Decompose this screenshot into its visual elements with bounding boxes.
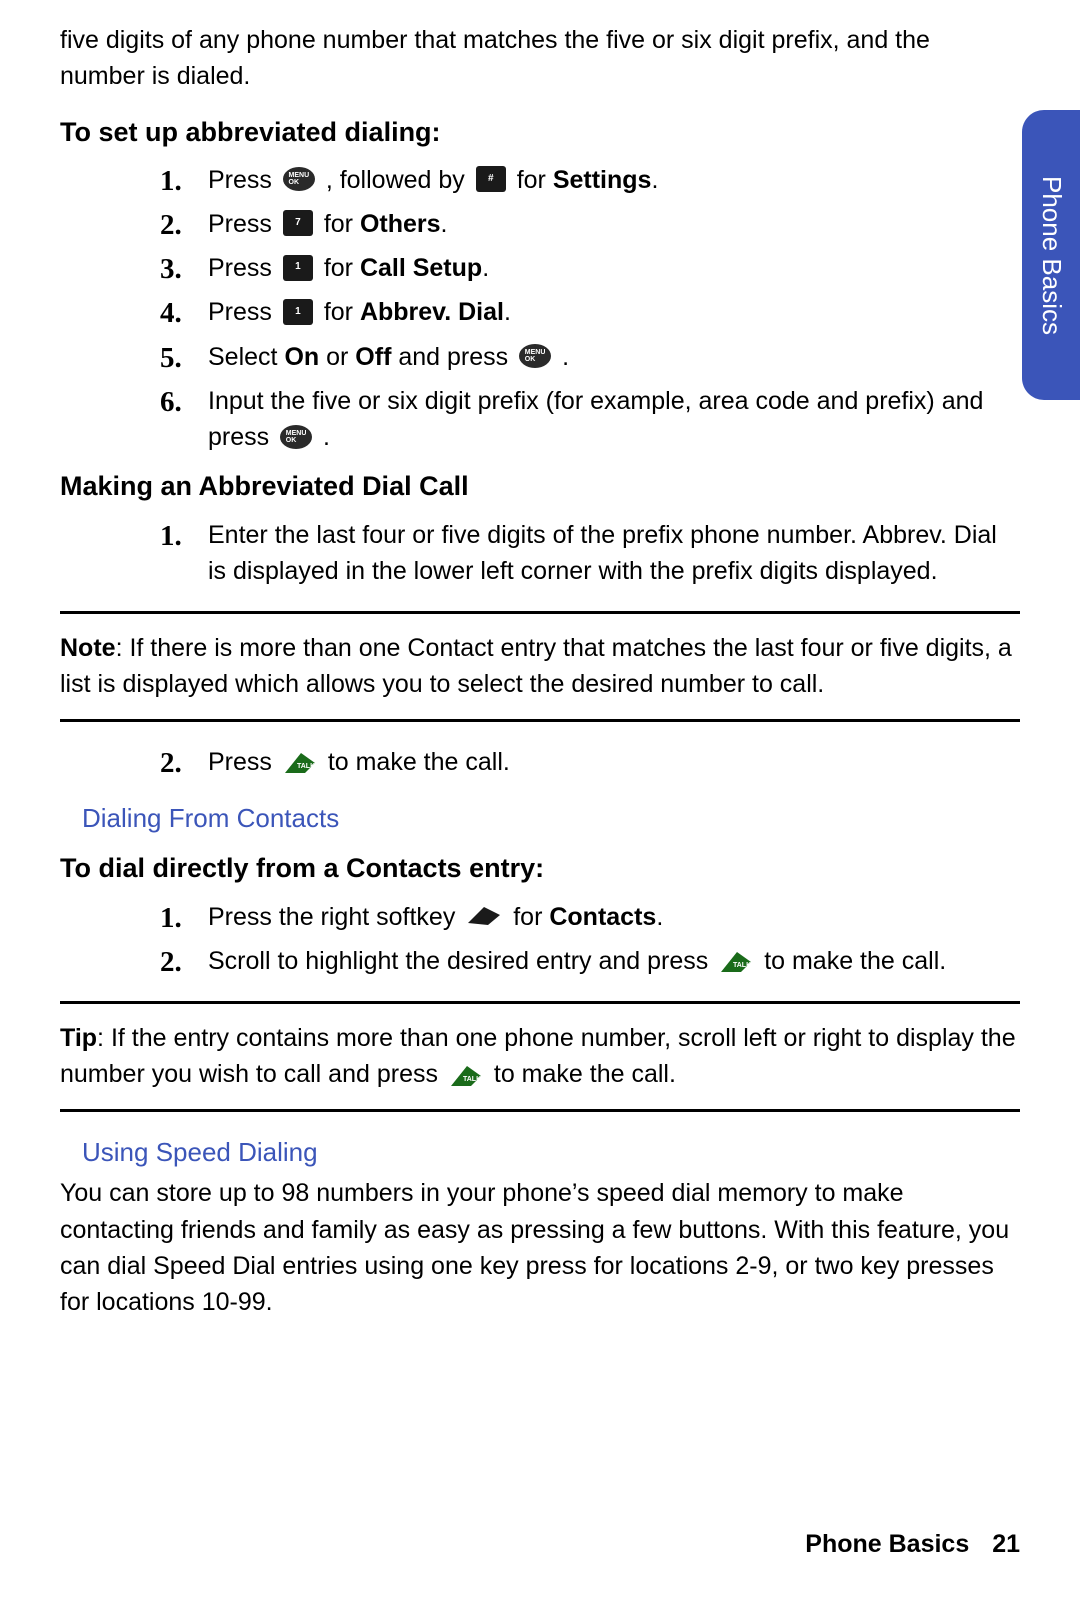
step-number: 6. xyxy=(160,381,182,423)
step-number: 2. xyxy=(160,941,182,983)
dial-step-1: 1. Press the right softkey for Contacts. xyxy=(160,899,1020,935)
step-text: , followed by xyxy=(326,166,472,194)
step-target: Others xyxy=(360,210,441,238)
step-text: Press xyxy=(208,210,279,238)
menu-ok-icon: MENUOK xyxy=(519,344,551,368)
step-text: Scroll to highlight the desired entry an… xyxy=(208,947,715,975)
menu-ok-icon: MENUOK xyxy=(280,425,312,449)
step-text: for xyxy=(324,298,360,326)
making-step-2: 2. Press TALK to make the call. xyxy=(160,744,1020,780)
heading-making: Making an Abbreviated Dial Call xyxy=(60,467,1020,506)
making-steps-2: 2. Press TALK to make the call. xyxy=(60,744,1020,780)
tip-label: Tip xyxy=(60,1024,97,1052)
tip-block: Tip: If the entry contains more than one… xyxy=(60,1001,1020,1112)
step-number: 1. xyxy=(160,160,182,202)
step-number: 4. xyxy=(160,292,182,334)
step-text: . xyxy=(504,298,511,326)
setup-step-4: 4. Press 1 for Abbrev. Dial. xyxy=(160,294,1020,330)
hash-key-icon: # xyxy=(476,166,506,192)
section-contacts: Dialing From Contacts xyxy=(82,800,1020,838)
seven-key-icon: 7 xyxy=(283,210,313,236)
step-text: . xyxy=(441,210,448,238)
note-block: Note: If there is more than one Contact … xyxy=(60,611,1020,722)
one-key-icon: 1 xyxy=(283,255,313,281)
step-number: 2. xyxy=(160,204,182,246)
step-target: Call Setup xyxy=(360,254,482,282)
step-text: Select xyxy=(208,343,284,371)
setup-step-2: 2. Press 7 for Others. xyxy=(160,206,1020,242)
making-steps: 1. Enter the last four or five digits of… xyxy=(60,517,1020,590)
dial-step-2: 2. Scroll to highlight the desired entry… xyxy=(160,943,1020,979)
step-text: Press xyxy=(208,166,279,194)
step-text: or xyxy=(326,343,355,371)
step-number: 1. xyxy=(160,515,182,557)
talk-key-icon: TALK xyxy=(283,749,317,773)
step-text: for xyxy=(517,166,553,194)
setup-step-6: 6. Input the five or six digit prefix (f… xyxy=(160,383,1020,456)
step-text: and press xyxy=(398,343,515,371)
step-on: On xyxy=(284,343,319,371)
side-tab: Phone Basics xyxy=(1022,110,1080,400)
talk-key-icon: TALK xyxy=(719,948,753,972)
page-footer: Phone Basics 21 xyxy=(805,1526,1020,1562)
section-speed: Using Speed Dialing xyxy=(82,1134,1020,1172)
setup-steps: 1. Press MENUOK , followed by # for Sett… xyxy=(60,162,1020,456)
setup-step-5: 5. Select On or Off and press MENUOK . xyxy=(160,339,1020,375)
step-text: to make the call. xyxy=(328,748,510,776)
heading-setup: To set up abbreviated dialing: xyxy=(60,113,1020,152)
menu-ok-icon: MENUOK xyxy=(283,167,315,191)
setup-step-1: 1. Press MENUOK , followed by # for Sett… xyxy=(160,162,1020,198)
setup-step-3: 3. Press 1 for Call Setup. xyxy=(160,250,1020,286)
speed-body: You can store up to 98 numbers in your p… xyxy=(60,1175,1020,1320)
step-text: . xyxy=(651,166,658,194)
step-text: . xyxy=(482,254,489,282)
heading-dial: To dial directly from a Contacts entry: xyxy=(60,849,1020,888)
step-text: for xyxy=(324,210,360,238)
step-text: . xyxy=(323,423,330,451)
making-step-1: 1. Enter the last four or five digits of… xyxy=(160,517,1020,590)
step-text: for xyxy=(324,254,360,282)
step-text: Press xyxy=(208,254,279,282)
step-text: Enter the last four or five digits of th… xyxy=(208,521,997,585)
step-off: Off xyxy=(355,343,391,371)
step-text: Press the right softkey xyxy=(208,903,462,931)
step-target: Contacts xyxy=(549,903,656,931)
intro-text: five digits of any phone number that mat… xyxy=(60,22,1020,95)
step-text: to make the call. xyxy=(764,947,946,975)
step-target: Abbrev. Dial xyxy=(360,298,504,326)
footer-page-number: 21 xyxy=(992,1530,1020,1558)
footer-section: Phone Basics xyxy=(805,1530,969,1558)
one-key-icon: 1 xyxy=(283,299,313,325)
tip-text: to make the call. xyxy=(494,1060,676,1088)
step-text: . xyxy=(562,343,569,371)
note-body: : If there is more than one Contact entr… xyxy=(60,634,1012,698)
talk-key-icon: TALK xyxy=(449,1062,483,1086)
side-tab-label: Phone Basics xyxy=(1032,176,1070,335)
step-target: Settings xyxy=(553,166,652,194)
step-number: 5. xyxy=(160,337,182,379)
step-number: 3. xyxy=(160,248,182,290)
dial-steps: 1. Press the right softkey for Contacts.… xyxy=(60,899,1020,980)
right-softkey-icon xyxy=(466,905,502,927)
step-text: . xyxy=(656,903,663,931)
svg-text:TALK: TALK xyxy=(733,962,751,969)
page-content: five digits of any phone number that mat… xyxy=(0,0,1080,1360)
svg-text:TALK: TALK xyxy=(463,1076,481,1083)
step-text: Press xyxy=(208,298,279,326)
step-text: for xyxy=(513,903,549,931)
note-label: Note xyxy=(60,634,116,662)
step-number: 1. xyxy=(160,897,182,939)
step-number: 2. xyxy=(160,742,182,784)
step-text: Press xyxy=(208,748,279,776)
svg-text:TALK: TALK xyxy=(297,763,315,770)
